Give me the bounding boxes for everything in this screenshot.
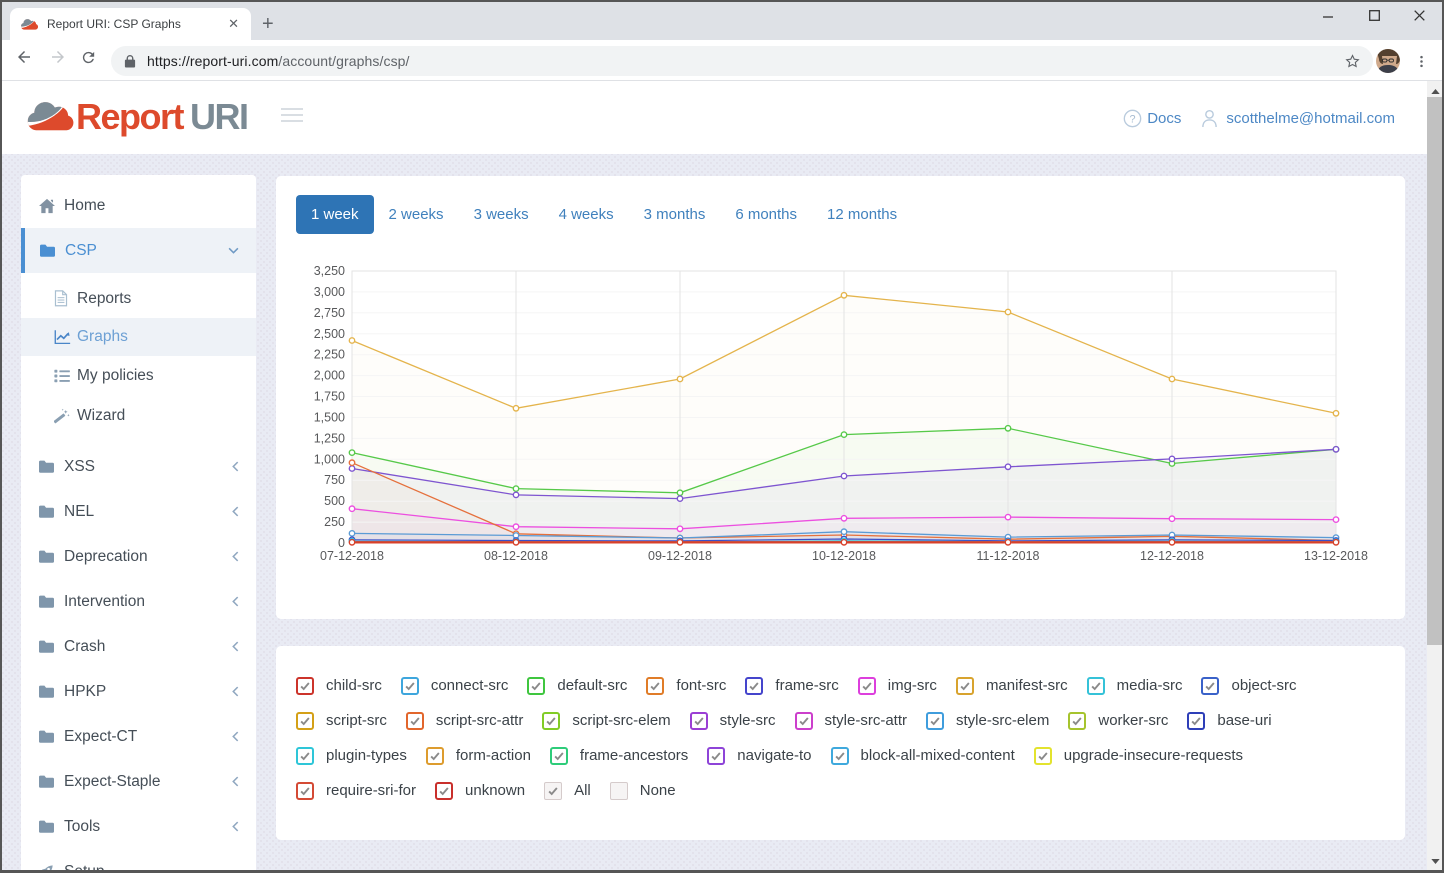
svg-text:?: ? xyxy=(1130,113,1136,125)
svg-text:2,250: 2,250 xyxy=(314,348,345,362)
svg-text:3,250: 3,250 xyxy=(314,264,345,278)
svg-text:2,000: 2,000 xyxy=(314,369,345,383)
svg-text:10-12-2018: 10-12-2018 xyxy=(812,549,876,563)
svg-text:08-12-2018: 08-12-2018 xyxy=(484,549,548,563)
svg-text:1,250: 1,250 xyxy=(314,431,345,445)
svg-text:2,750: 2,750 xyxy=(314,306,345,320)
svg-text:1,750: 1,750 xyxy=(314,390,345,404)
svg-text:1,500: 1,500 xyxy=(314,411,345,425)
svg-text:13-12-2018: 13-12-2018 xyxy=(1304,549,1368,563)
svg-text:09-12-2018: 09-12-2018 xyxy=(648,549,712,563)
svg-text:12-12-2018: 12-12-2018 xyxy=(1140,549,1204,563)
svg-text:1,000: 1,000 xyxy=(314,452,345,466)
svg-text:2,500: 2,500 xyxy=(314,327,345,341)
svg-text:750: 750 xyxy=(324,473,345,487)
svg-text:11-12-2018: 11-12-2018 xyxy=(976,549,1039,563)
svg-text:3,000: 3,000 xyxy=(314,285,345,299)
svg-text:07-12-2018: 07-12-2018 xyxy=(320,549,384,563)
svg-text:500: 500 xyxy=(324,494,345,508)
svg-text:250: 250 xyxy=(324,515,345,529)
svg-text:0: 0 xyxy=(338,536,345,550)
